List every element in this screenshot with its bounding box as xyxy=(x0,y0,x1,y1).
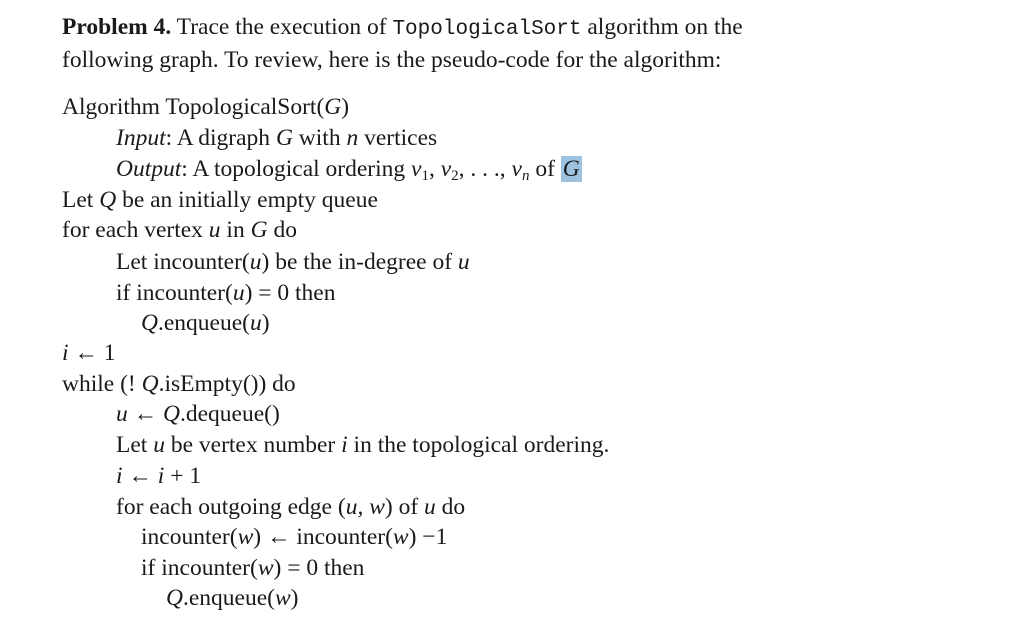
code-var: u xyxy=(208,217,221,243)
code-text: for each vertex xyxy=(62,217,209,243)
input-text: with xyxy=(292,125,347,151)
code-var: w xyxy=(237,524,254,550)
code-var: Q xyxy=(141,310,158,336)
code-text: while (! xyxy=(62,371,142,397)
selected-text-highlight[interactable]: G xyxy=(560,156,582,182)
output-ellipsis: , . . ., xyxy=(458,156,512,182)
algorithm-output: Output: A topological ordering v1, v2, .… xyxy=(116,154,582,184)
code-text: ) −1 xyxy=(408,524,448,550)
output-sep: , xyxy=(428,156,441,182)
code-text: + 1 xyxy=(164,463,202,489)
code-text: ) xyxy=(290,585,299,611)
code-line: while (! Q.isEmpty()) do xyxy=(62,369,296,399)
code-text: in xyxy=(220,217,251,243)
code-line: Let Q be an initially empty queue xyxy=(62,185,378,215)
output-sub: 2 xyxy=(451,168,459,184)
code-text: .enqueue( xyxy=(157,310,250,336)
code-text: in the topological ordering. xyxy=(347,432,610,458)
code-var: Q xyxy=(141,371,159,397)
output-var-v: v xyxy=(440,156,452,182)
output-var-v: v xyxy=(511,156,522,182)
code-text: ) = 0 then xyxy=(244,280,336,306)
code-text: if incounter( xyxy=(116,280,233,306)
code-text: ) = 0 then xyxy=(273,555,365,581)
code-text: if incounter( xyxy=(141,555,258,581)
code-text: Let xyxy=(116,432,154,458)
code-line: incounter(w) ← incounter(w) −1 xyxy=(141,522,447,552)
code-var: Q xyxy=(163,401,180,427)
input-label: Input xyxy=(116,125,166,151)
code-text: ) ← incounter( xyxy=(253,524,393,550)
algorithm-header-close: ) xyxy=(341,94,350,120)
algorithm-header-arg: G xyxy=(324,94,342,120)
code-line: Let u be vertex number i in the topologi… xyxy=(116,430,609,460)
code-text: for each outgoing edge ( xyxy=(116,494,346,520)
input-var-n: n xyxy=(346,125,359,151)
code-var: w xyxy=(274,585,291,611)
code-text: ) xyxy=(261,310,270,336)
code-text: ← 1 xyxy=(68,340,116,366)
input-var-g: G xyxy=(275,125,293,151)
algorithm-input: Input: A digraph G with n vertices xyxy=(116,123,437,153)
code-line: i ← 1 xyxy=(62,338,116,368)
code-line: for each vertex u in G do xyxy=(62,215,297,245)
code-line: i ← i + 1 xyxy=(116,461,201,491)
code-var: u xyxy=(232,280,245,306)
code-text: ) be the in-degree of xyxy=(261,249,458,275)
code-text: ← xyxy=(127,401,163,427)
output-sub: 1 xyxy=(421,168,429,184)
problem-intro-line-2: following graph. To review, here is the … xyxy=(62,47,722,73)
code-text: do xyxy=(267,217,297,243)
problem-intro-line-1: Problem 4. Trace the execution of Topolo… xyxy=(62,12,1002,45)
code-text: Let incounter( xyxy=(116,249,250,275)
output-text: : A topological ordering xyxy=(181,156,412,182)
code-text: be an initially empty queue xyxy=(116,187,378,213)
intro-text-2: algorithm on the xyxy=(587,14,743,40)
algorithm-code-name: TopologicalSort xyxy=(392,18,582,41)
code-text: ← xyxy=(122,463,158,489)
code-text: ) of xyxy=(384,494,425,520)
code-var: Q xyxy=(166,585,183,611)
algorithm-header-text: Algorithm TopologicalSort( xyxy=(62,94,325,120)
code-text: be vertex number xyxy=(164,432,342,458)
code-var: Q xyxy=(99,187,117,213)
code-text: incounter( xyxy=(141,524,238,550)
code-var: G xyxy=(250,217,268,243)
code-var: u xyxy=(249,310,262,336)
code-var: u, w xyxy=(345,494,385,520)
code-line: Q.enqueue(w) xyxy=(166,583,299,613)
problem-statement: Problem 4. Trace the execution of Topolo… xyxy=(62,12,1002,76)
code-line: for each outgoing edge (u, w) of u do xyxy=(116,492,465,522)
code-var: u xyxy=(249,249,262,275)
code-line: if incounter(w) = 0 then xyxy=(141,553,364,583)
code-var: u xyxy=(457,249,470,275)
input-text: : A digraph xyxy=(165,125,276,151)
code-line: Let incounter(u) be the in-degree of u xyxy=(116,247,470,277)
algorithm-header: Algorithm TopologicalSort(G) xyxy=(62,92,349,122)
output-var-v: v xyxy=(411,156,422,182)
code-var: u xyxy=(424,494,436,520)
code-text: do xyxy=(435,494,466,520)
code-line: if incounter(u) = 0 then xyxy=(116,278,335,308)
intro-text-1: Trace the execution of xyxy=(176,14,387,40)
code-line: Q.enqueue(u) xyxy=(141,308,270,338)
output-text: of xyxy=(529,156,561,182)
problem-label: Problem 4. xyxy=(62,14,172,40)
output-label: Output xyxy=(116,156,182,182)
code-var: w xyxy=(392,524,409,550)
code-text: .isEmpty()) do xyxy=(158,371,296,397)
code-var: u xyxy=(116,401,128,427)
code-text: .dequeue() xyxy=(179,401,280,427)
code-text: .enqueue( xyxy=(182,585,275,611)
code-var: u xyxy=(153,432,165,458)
code-text: Let xyxy=(62,187,100,213)
code-line: u ← Q.dequeue() xyxy=(116,399,280,429)
code-var: w xyxy=(257,555,274,581)
input-text: vertices xyxy=(358,125,438,151)
